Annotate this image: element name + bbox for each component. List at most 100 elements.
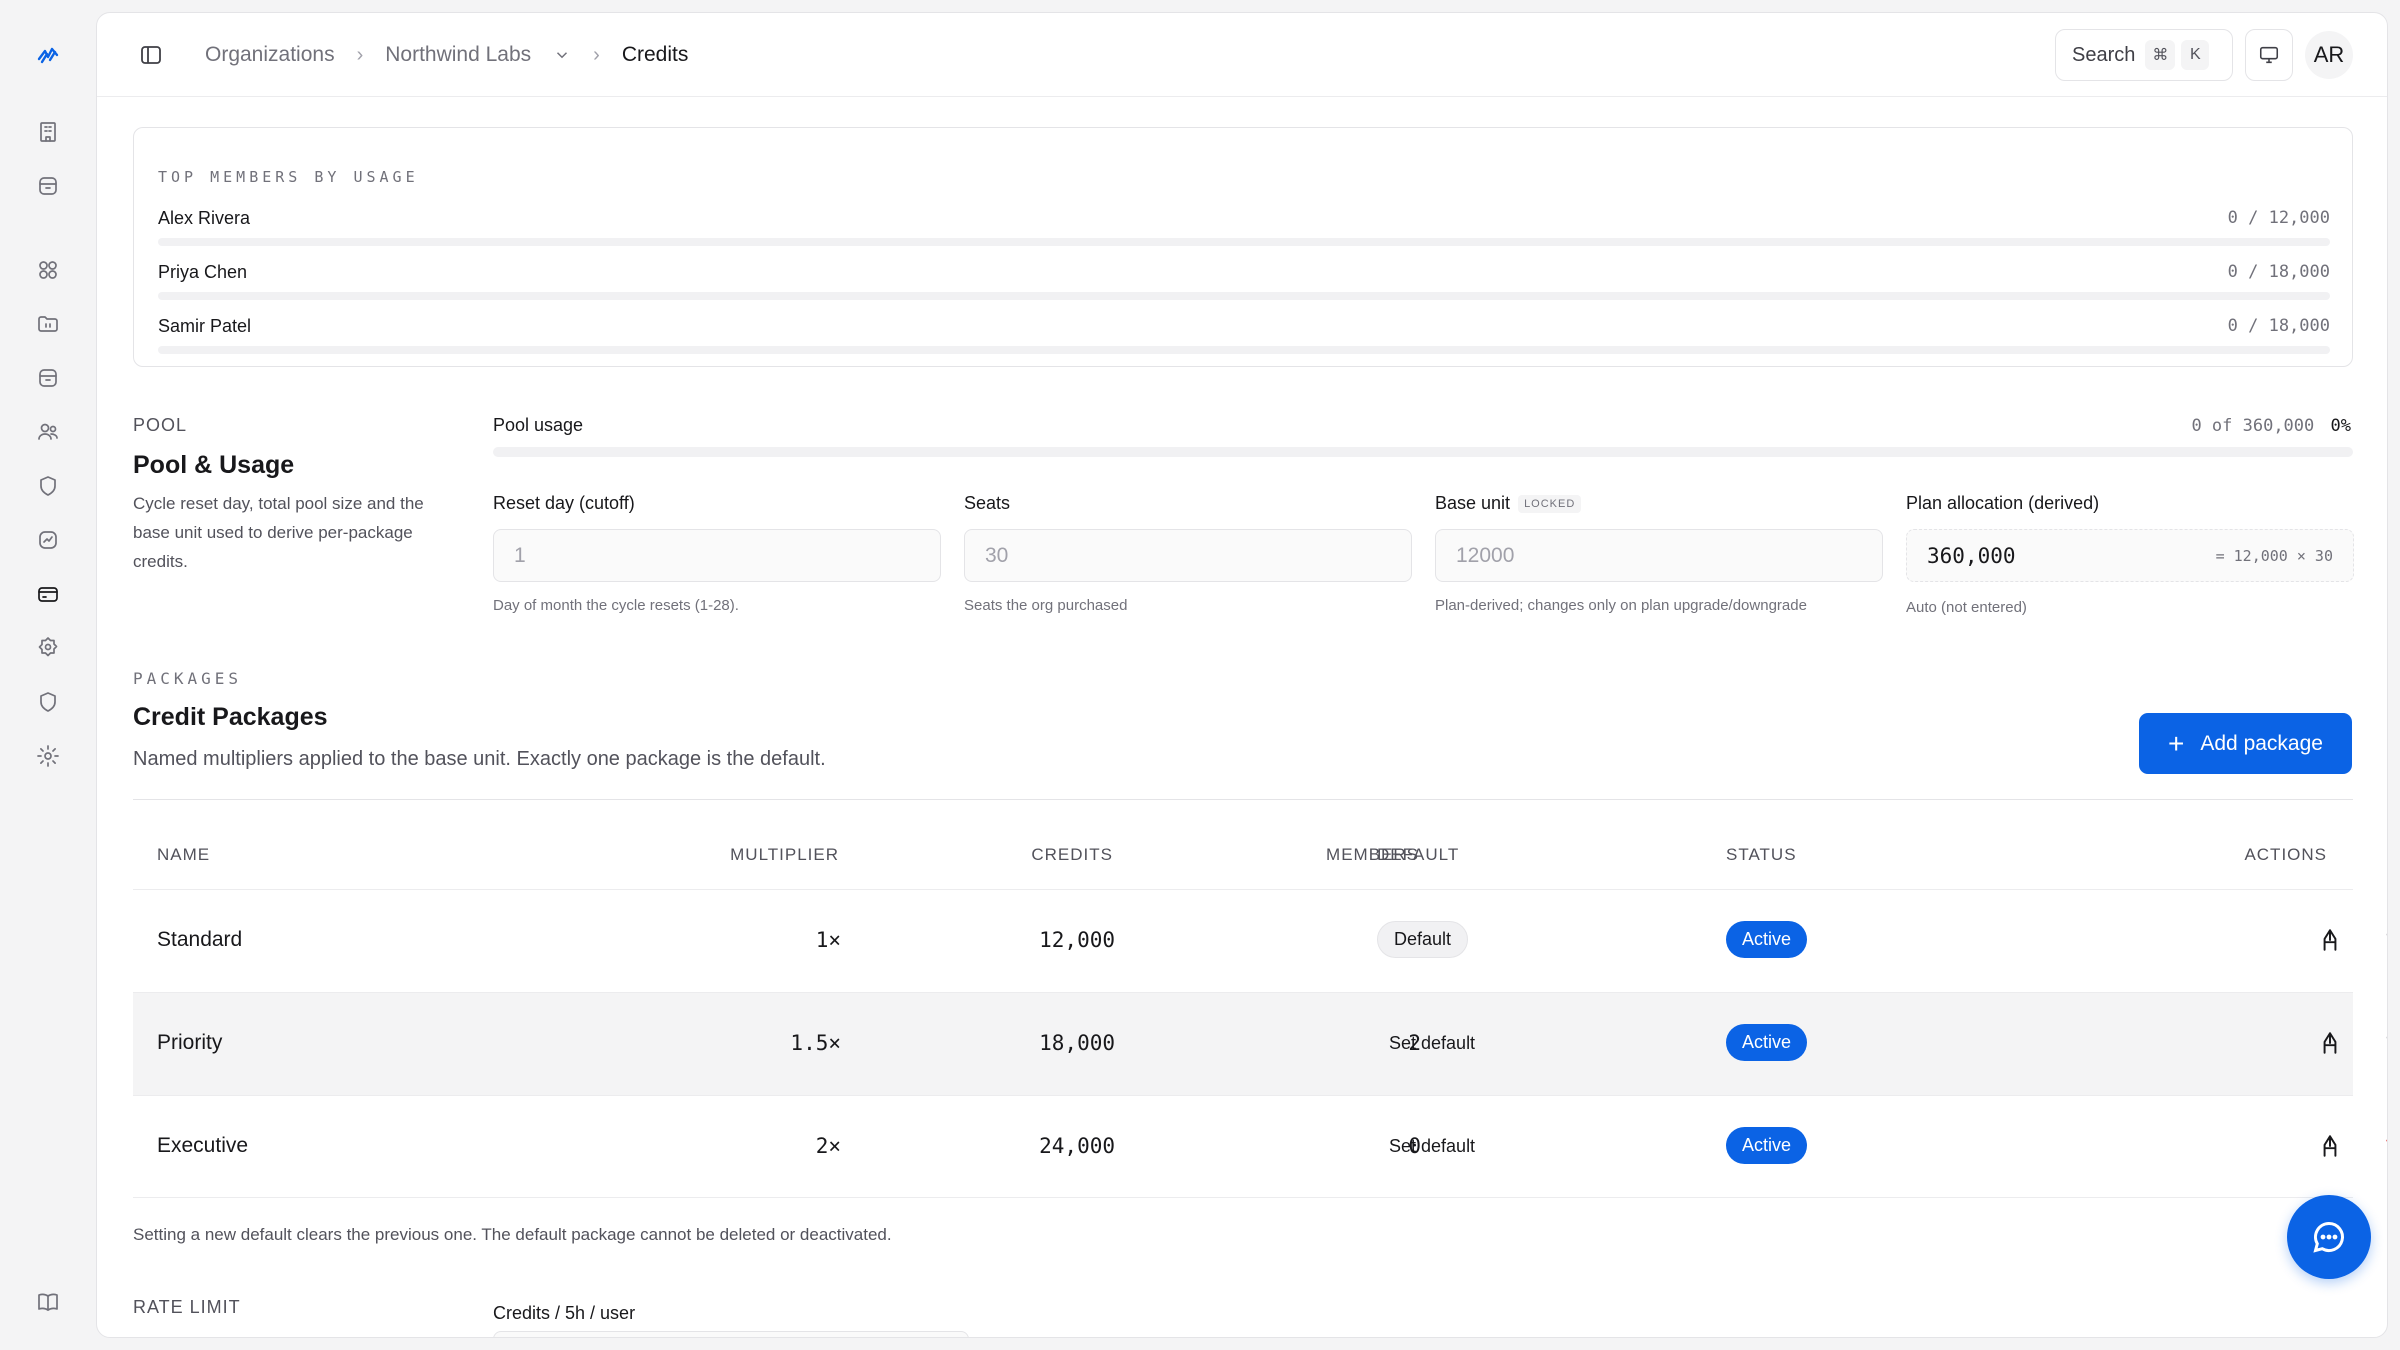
credit-card-icon[interactable] xyxy=(34,580,62,608)
divider xyxy=(133,799,2353,800)
packages-section-title: Credit Packages xyxy=(133,703,328,731)
status-badge[interactable]: Active xyxy=(1726,1127,1808,1164)
plan-allocation-formula: = 12,000 × 30 xyxy=(2215,546,2333,565)
k-key: K xyxy=(2181,40,2210,70)
users-icon[interactable] xyxy=(34,418,62,446)
table-row: Standard 1× 12,000 1 Default Active xyxy=(133,889,2387,992)
pool-usage-label: Pool usage xyxy=(493,415,584,435)
default-badge: Default xyxy=(1377,921,1469,958)
breadcrumb-org[interactable]: Northwind Labs xyxy=(385,43,531,67)
package-multiplier: 1× xyxy=(815,928,841,952)
plus-icon: + xyxy=(2168,727,2185,759)
package-credits: 24,000 xyxy=(1039,1134,1115,1158)
reset-day-input[interactable]: 1 xyxy=(493,529,941,582)
sidebar-toggle-icon[interactable] xyxy=(139,43,163,67)
building-icon[interactable] xyxy=(34,118,62,146)
column-header-actions: ACTIONS xyxy=(2244,845,2327,864)
pool-section-label: POOL xyxy=(133,415,188,435)
package-name: Executive xyxy=(157,1134,249,1157)
member-name: Samir Patel xyxy=(158,316,252,336)
pool-section-description: Cycle reset day, total pool size and the… xyxy=(133,494,424,571)
pool-usage-bar xyxy=(493,447,2353,457)
chat-icon xyxy=(2313,1221,2344,1253)
set-default-button[interactable]: Set default xyxy=(1389,1033,1475,1054)
grid-icon[interactable] xyxy=(34,256,62,284)
book-icon[interactable] xyxy=(34,1288,62,1316)
trash-icon xyxy=(2383,927,2387,953)
sidebar-rail xyxy=(0,0,96,1350)
package-icon[interactable] xyxy=(34,172,62,200)
breadcrumb-current: Credits xyxy=(621,43,689,66)
rate-limit-field-label: Credits / 5h / user xyxy=(493,1303,636,1323)
edit-icon[interactable] xyxy=(2317,1030,2343,1056)
column-header-status: STATUS xyxy=(1726,845,1797,864)
package-multiplier: 2× xyxy=(815,1134,841,1158)
edit-icon[interactable] xyxy=(2317,927,2343,953)
table-row: Priority 1.5× 18,000 2 Set default Activ… xyxy=(133,992,2387,1095)
box-icon[interactable] xyxy=(34,364,62,392)
member-name: Priya Chen xyxy=(158,262,248,282)
rate-limit-section-label: RATE LIMIT xyxy=(133,1297,241,1317)
member-usage-bar xyxy=(158,346,2330,354)
top-members-title: TOP MEMBERS BY USAGE xyxy=(158,168,419,186)
column-header-multiplier: MULTIPLIER xyxy=(730,845,839,864)
seats-help: Seats the org purchased xyxy=(964,597,1128,614)
packages-section-label: PACKAGES xyxy=(133,669,243,688)
base-unit-help: Plan-derived; changes only on plan upgra… xyxy=(1435,597,1807,614)
plan-allocation-label: Plan allocation (derived) xyxy=(1906,493,2100,513)
chart-icon[interactable] xyxy=(34,526,62,554)
base-unit-label-wrap: Base unit LOCKED xyxy=(1435,493,1582,514)
search-button[interactable]: Search ⌘ K xyxy=(2055,29,2233,81)
seats-label: Seats xyxy=(964,493,1011,513)
status-badge[interactable]: Active xyxy=(1726,1024,1808,1061)
member-usage: 0 / 18,000 xyxy=(2227,316,2330,336)
package-multiplier: 1.5× xyxy=(790,1031,841,1055)
monitor-icon[interactable] xyxy=(2245,29,2293,81)
folder-icon[interactable] xyxy=(34,310,62,338)
breadcrumb: Organizations › Northwind Labs › Credits xyxy=(205,39,688,71)
logo-icon[interactable] xyxy=(34,40,62,68)
set-default-button[interactable]: Set default xyxy=(1389,1136,1475,1157)
add-package-button[interactable]: + Add package xyxy=(2139,713,2352,774)
package-name: Priority xyxy=(157,1031,223,1054)
reset-day-help: Day of month the cycle resets (1-28). xyxy=(493,597,739,614)
breadcrumb-organizations[interactable]: Organizations xyxy=(205,43,335,67)
status-badge: Active xyxy=(1726,921,1808,958)
trash-icon[interactable] xyxy=(2383,1133,2387,1159)
member-name: Alex Rivera xyxy=(158,208,251,228)
rate-limit-input[interactable] xyxy=(493,1331,969,1337)
packages-section-description: Named multipliers applied to the base un… xyxy=(133,748,826,770)
seats-input[interactable]: 30 xyxy=(964,529,1412,582)
package-name: Standard xyxy=(157,928,243,951)
shield-icon[interactable] xyxy=(34,472,62,500)
table-row: Executive 2× 24,000 0 Set default Active xyxy=(133,1095,2387,1198)
chevron-right-icon: › xyxy=(593,43,600,66)
member-usage: 0 / 18,000 xyxy=(2227,262,2330,282)
locked-badge: LOCKED xyxy=(1518,495,1582,514)
shield-check-icon[interactable] xyxy=(34,688,62,716)
pool-section-title: Pool & Usage xyxy=(133,451,295,479)
plan-allocation-help: Auto (not entered) xyxy=(1906,599,2027,616)
badge-settings-icon[interactable] xyxy=(34,634,62,662)
column-header-credits: CREDITS xyxy=(1031,845,1113,864)
packages-footnote: Setting a new default clears the previou… xyxy=(133,1225,892,1244)
column-header-name: NAME xyxy=(157,845,211,864)
base-unit-input: 12000 xyxy=(1435,529,1883,582)
add-package-label: Add package xyxy=(2200,731,2323,755)
package-credits: 18,000 xyxy=(1039,1031,1115,1055)
plan-allocation-display: 360,000 = 12,000 × 30 xyxy=(1906,529,2354,582)
chevron-down-icon[interactable] xyxy=(553,46,571,64)
chevron-right-icon: › xyxy=(356,43,364,66)
base-unit-label: Base unit xyxy=(1435,493,1511,513)
chat-button[interactable] xyxy=(2287,1195,2371,1279)
pool-usage-percent: 0% xyxy=(2330,416,2351,436)
gear-icon[interactable] xyxy=(34,742,62,770)
top-bar: Organizations › Northwind Labs › Credits… xyxy=(97,13,2387,97)
edit-icon[interactable] xyxy=(2317,1133,2343,1159)
package-credits: 12,000 xyxy=(1039,928,1115,952)
pool-usage-value-wrap: 0 of 360,000 0% xyxy=(2191,416,2351,436)
main-panel: Organizations › Northwind Labs › Credits… xyxy=(96,12,2388,1338)
avatar[interactable]: AR xyxy=(2305,31,2353,79)
top-members-card: TOP MEMBERS BY USAGE Alex Rivera 0 / 12,… xyxy=(133,127,2353,367)
reset-day-label: Reset day (cutoff) xyxy=(493,493,635,513)
